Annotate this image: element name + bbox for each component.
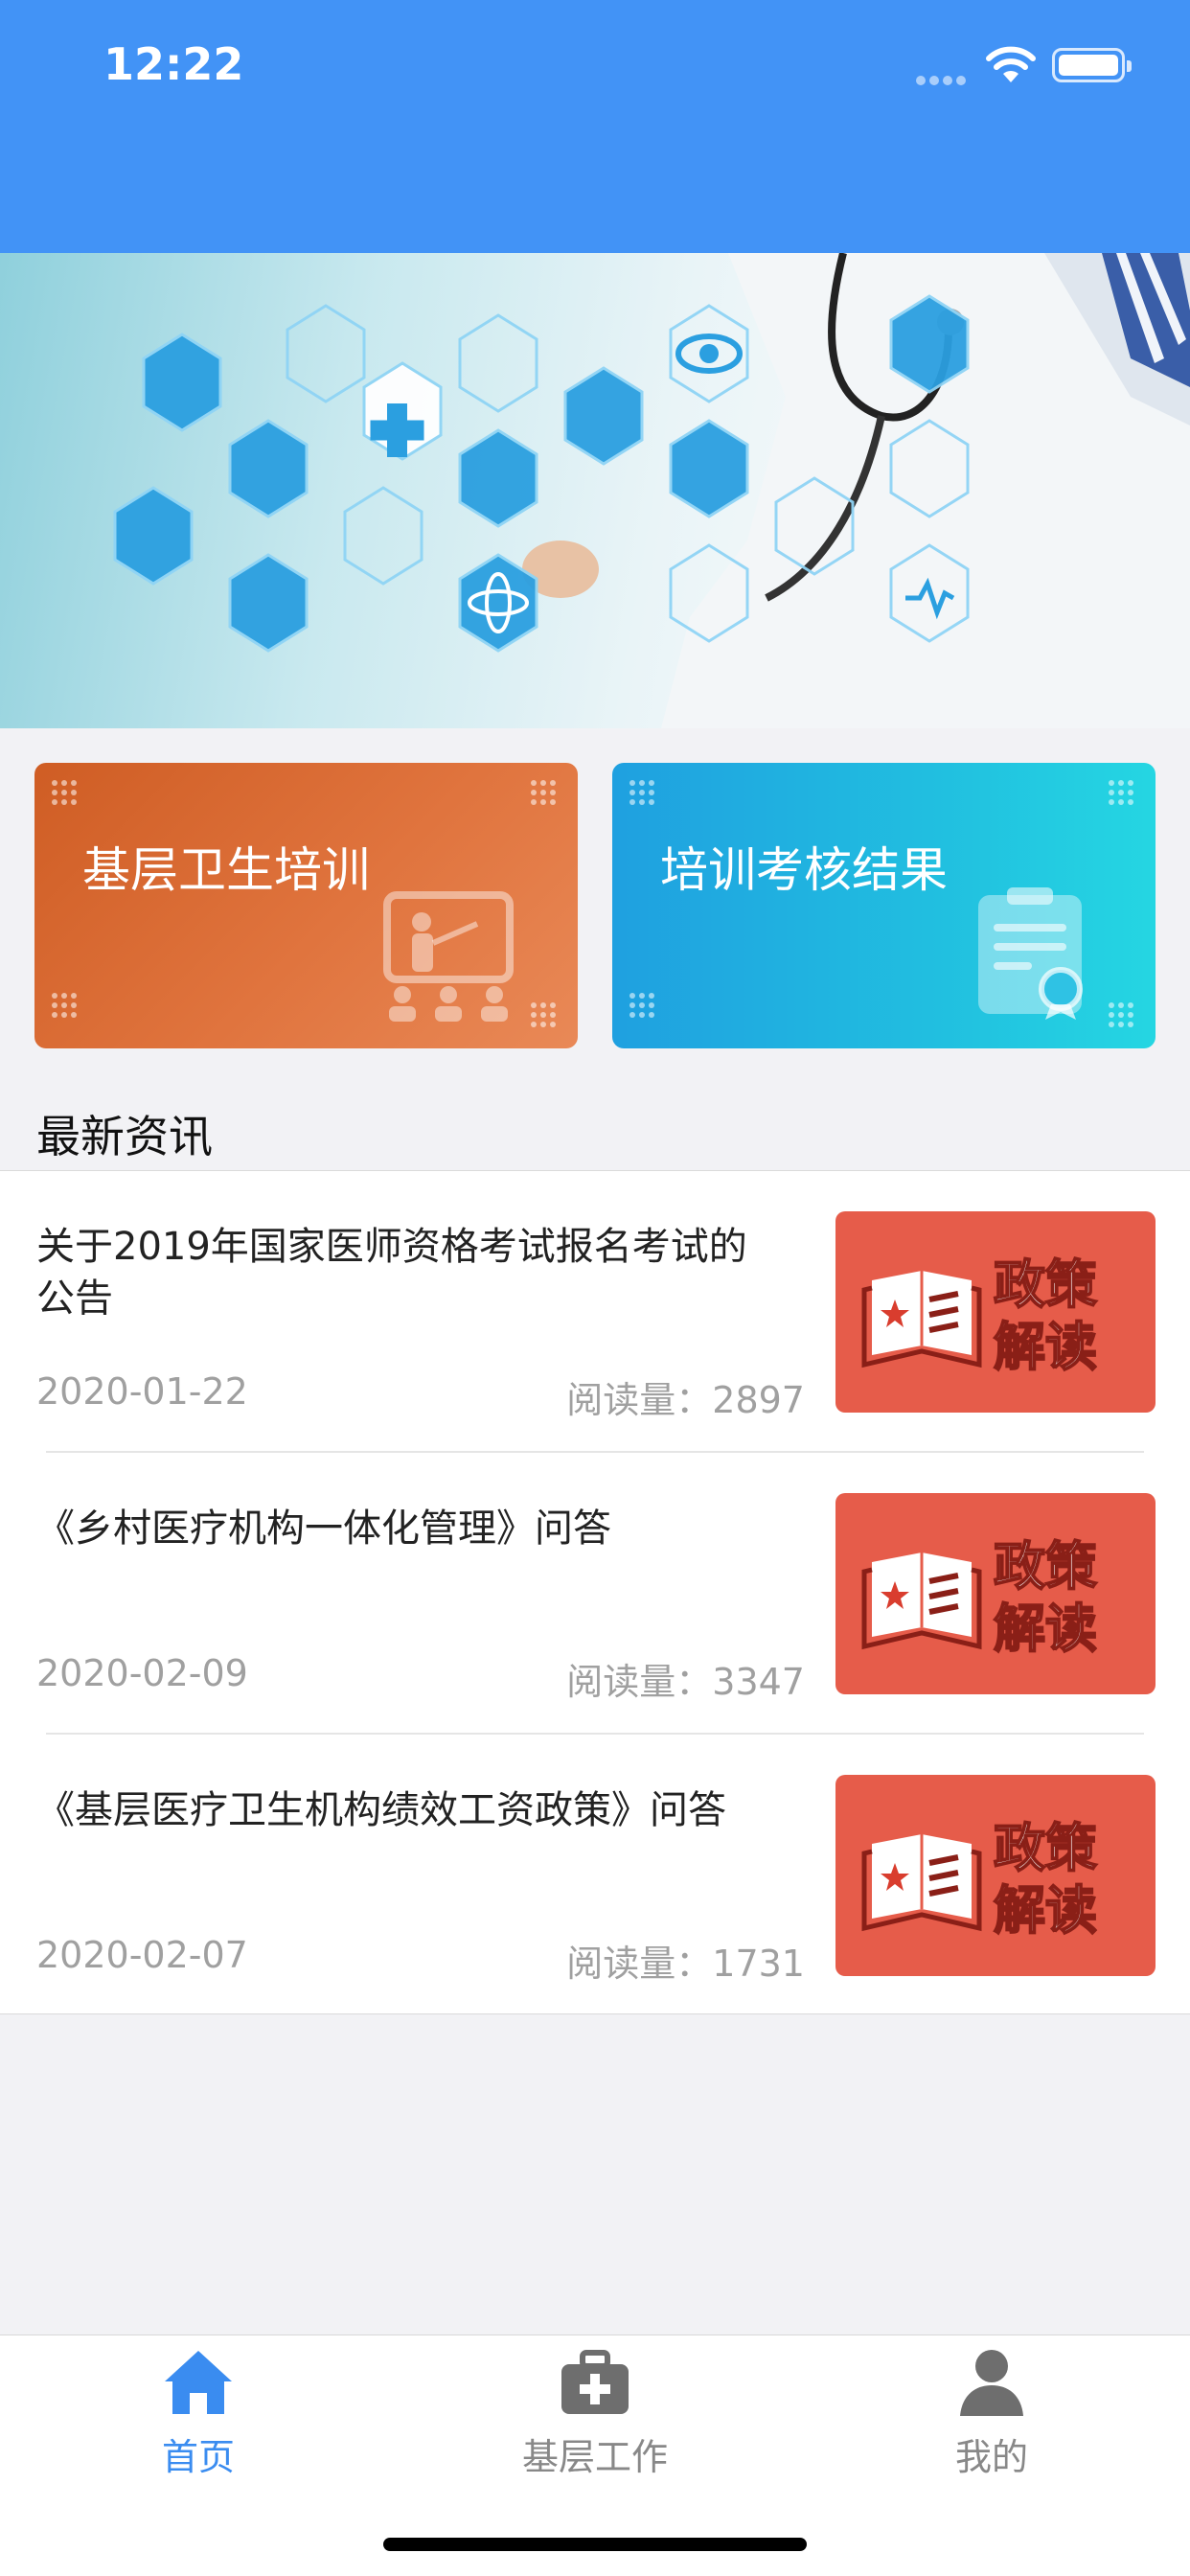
card-dots-decoration (52, 993, 80, 1022)
home-icon (165, 2351, 232, 2414)
medical-hexagon-banner (113, 253, 1190, 728)
medical-kit-icon (561, 2350, 629, 2414)
policy-book-icon: 政策 解读 (861, 1817, 1098, 1942)
card-dots-decoration (531, 1002, 560, 1031)
thumb-text-line2: 解读 (994, 1880, 1097, 1941)
basic-health-training-card[interactable]: 基层卫生培训 (34, 763, 578, 1048)
thumb-text-line1: 政策 (994, 1254, 1097, 1315)
tab-label: 我的 (954, 2436, 1028, 2478)
person-icon (960, 2350, 1023, 2416)
card-dots-decoration (531, 780, 560, 809)
news-read-count: 阅读量：3347 (566, 1652, 805, 1705)
training-assessment-results-card[interactable]: 培训考核结果 (612, 763, 1156, 1048)
read-count-value: 2897 (712, 1379, 805, 1421)
news-date: 2020-01-22 (36, 1370, 248, 1413)
news-date: 2020-02-09 (36, 1652, 248, 1694)
certificate-clipboard-icon (978, 887, 1083, 1020)
tab-label: 基层工作 (521, 2436, 668, 2478)
section-title: 最新资讯 (36, 1111, 213, 1162)
cellular-signal-icon (916, 71, 972, 85)
app-screen: 12:22 基层卫生培训 培训考核结果 最新资讯 关于2019年国家医师资格考试… (0, 0, 1190, 2576)
card-dots-decoration (52, 780, 80, 809)
policy-interpretation-thumbnail: 政策 解读 (835, 1211, 1156, 1413)
classroom-teacher-icon (383, 891, 514, 1022)
card-dots-decoration (1109, 1002, 1137, 1031)
latest-news-header: 最新资讯 (0, 1083, 1190, 1171)
card-title: 培训考核结果 (660, 842, 948, 898)
news-read-count: 阅读量：2897 (566, 1370, 805, 1423)
tab-grassroots-work[interactable]: 基层工作 (397, 2335, 793, 2498)
news-item[interactable]: 关于2019年国家医师资格考试报名考试的公告 2020-01-22 阅读量：28… (0, 1171, 1190, 1453)
read-count-value: 3347 (712, 1661, 805, 1703)
thumb-text-line1: 政策 (994, 1536, 1097, 1597)
banner-image[interactable] (0, 253, 1190, 728)
card-dots-decoration (1109, 780, 1137, 809)
news-item[interactable]: 《基层医疗卫生机构绩效工资政策》问答 2020-02-07 阅读量：1731 政… (0, 1735, 1190, 2016)
policy-book-icon: 政策 解读 (861, 1535, 1098, 1660)
home-indicator[interactable] (383, 2538, 807, 2551)
thumb-text-line2: 解读 (994, 1317, 1097, 1377)
news-title: 关于2019年国家医师资格考试报名考试的公告 (36, 1225, 747, 1321)
read-count-value: 1731 (712, 1943, 805, 1985)
wifi-icon (986, 46, 1036, 82)
thumb-text-line1: 政策 (994, 1818, 1097, 1878)
news-item[interactable]: 《乡村医疗机构一体化管理》问答 2020-02-09 阅读量：3347 政策 解… (0, 1453, 1190, 1735)
read-count-label: 阅读量： (566, 1943, 713, 1985)
policy-interpretation-thumbnail: 政策 解读 (835, 1493, 1156, 1694)
read-count-label: 阅读量： (566, 1379, 713, 1421)
policy-book-icon: 政策 解读 (861, 1254, 1098, 1378)
card-title: 基层卫生培训 (82, 842, 370, 898)
tab-label: 首页 (161, 2436, 235, 2478)
status-time: 12:22 (103, 38, 244, 90)
card-dots-decoration (629, 993, 658, 1022)
news-date: 2020-02-07 (36, 1934, 248, 1976)
news-title: 《乡村医疗机构一体化管理》问答 (36, 1506, 611, 1551)
top-header: 12:22 (0, 0, 1190, 253)
card-dots-decoration (629, 780, 658, 809)
news-read-count: 阅读量：1731 (566, 1934, 805, 1987)
policy-interpretation-thumbnail: 政策 解读 (835, 1775, 1156, 1976)
tab-home[interactable]: 首页 (0, 2335, 397, 2498)
thumb-text-line2: 解读 (994, 1598, 1097, 1659)
battery-icon (1052, 48, 1132, 82)
news-title: 《基层医疗卫生机构绩效工资政策》问答 (36, 1788, 726, 1832)
tab-mine[interactable]: 我的 (793, 2335, 1190, 2498)
news-list: 关于2019年国家医师资格考试报名考试的公告 2020-01-22 阅读量：28… (0, 1171, 1190, 2014)
read-count-label: 阅读量： (566, 1661, 713, 1703)
